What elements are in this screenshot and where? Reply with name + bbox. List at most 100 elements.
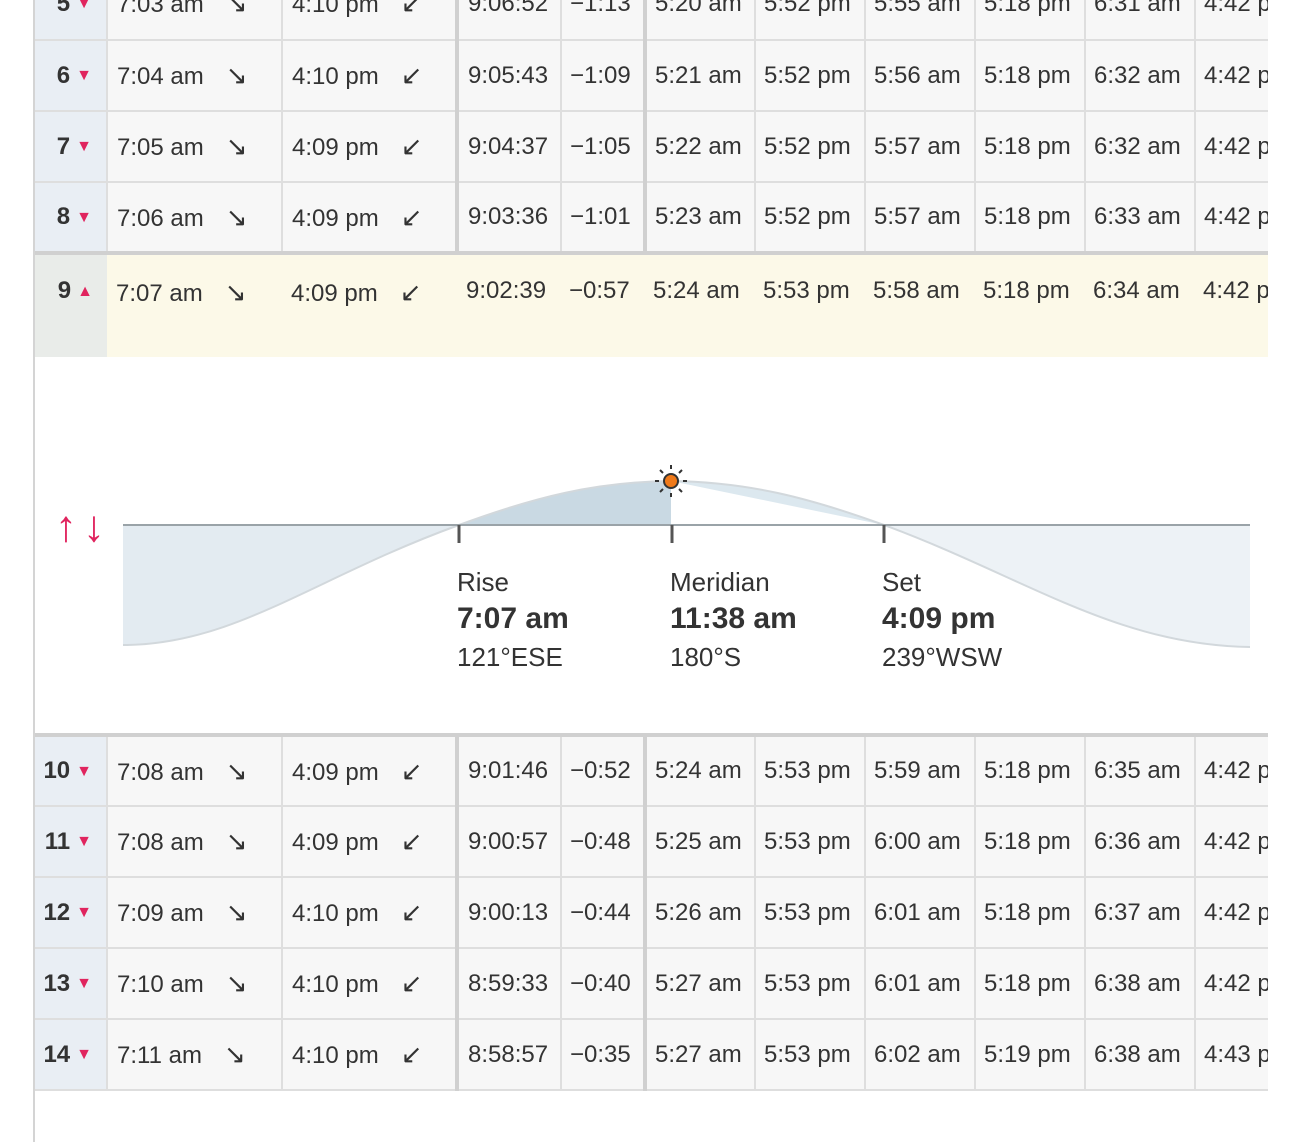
chevron-down-icon[interactable]: ▼ [76, 904, 92, 922]
day-cell[interactable]: 9 ▲ [35, 255, 107, 357]
day-detail-row: ↑↓ Rise 7:07 am 121°ESE Meridian 11:38 a… [35, 357, 1268, 735]
astro-end-cell: 5:53 pm [755, 806, 866, 878]
daylength-cell: 9:01:46 [457, 733, 562, 807]
table-row[interactable]: 14 ▼ 7:11 am ↘ 4:10 pm ↙ 8:58:57 −0:35 5:27 am 5:… [35, 1019, 1268, 1091]
astro-start-cell: 5:27 am [645, 1019, 756, 1091]
daylength-cell: 9:05:43 [457, 40, 562, 112]
day-cell[interactable]: 12 ▼ [35, 877, 108, 949]
civil-end-cell: 4:42 p [1195, 948, 1268, 1020]
sunset-cell: 4:10 pm ↙ [282, 1019, 459, 1091]
astro-end-cell: 5:53 pm [755, 877, 866, 949]
astro-end-cell: 5:52 pm [755, 111, 866, 183]
table-row-selected[interactable]: 9 ▲ 7:07 am ↘ 4:09 pm ↙ 9:02:39 −0:57 5:24 … [35, 255, 1268, 357]
chevron-down-icon[interactable]: ▼ [76, 209, 92, 227]
table-row[interactable]: 12 ▼ 7:09 am ↘ 4:10 pm ↙ 9:00:13 −0:44 5:26 am 5:… [35, 877, 1268, 949]
arrow-down-right-icon: ↘ [225, 826, 248, 856]
sunrise-cell: 7:11 am ↘ [107, 1019, 283, 1091]
table-row[interactable]: 11 ▼ 7:08 am ↘ 4:09 pm ↙ 9:00:57 −0:48 5:25 am 5:… [35, 806, 1268, 878]
difference-cell: −1:09 [561, 40, 647, 112]
table-row[interactable]: 6 ▼ 7:04 am ↘ 4:10 pm ↙ 9:05:43 −1:09 5:21 am 5:5… [35, 40, 1268, 112]
sunset-cell: 4:09 pm ↙ [282, 806, 459, 878]
difference-cell: −0:52 [561, 733, 647, 807]
meridian-info: Meridian 11:38 am 180°S [670, 567, 797, 673]
night-area [123, 525, 459, 645]
daylength-cell: 9:02:39 [457, 255, 561, 357]
astro-end-cell: 5:53 pm [755, 948, 866, 1020]
astro-end-cell: 5:52 pm [755, 0, 866, 41]
naut-end-cell: 5:18 pm [975, 877, 1086, 949]
meridian-time: 11:38 am [670, 602, 797, 635]
naut-start-cell: 5:58 am [865, 255, 975, 357]
table-row[interactable]: 8 ▼ 7:06 am ↘ 4:09 pm ↙ 9:03:36 −1:01 5:23 am 5:5… [35, 182, 1268, 254]
sun-path-panel: ↑↓ Rise 7:07 am 121°ESE Meridian 11:38 a… [35, 357, 1268, 733]
arrow-down-left-icon: ↙ [400, 968, 423, 998]
arrow-down-left-icon: ↙ [400, 201, 423, 232]
day-area-morning [459, 481, 671, 525]
sunset-cell: 4:09 pm ↙ [282, 182, 459, 254]
chevron-down-icon[interactable]: ▼ [76, 67, 92, 85]
chevron-down-icon[interactable]: ▼ [76, 833, 92, 851]
civil-start-cell: 6:34 am [1085, 255, 1195, 357]
daylength-cell: 9:06:52 [457, 0, 562, 41]
naut-end-cell: 5:18 pm [975, 182, 1086, 254]
arrow-down-left-icon: ↙ [399, 277, 422, 307]
chevron-up-icon[interactable]: ▲ [77, 283, 93, 301]
day-cell[interactable]: 8 ▼ [35, 182, 108, 254]
arrow-down-right-icon: ↘ [225, 968, 248, 998]
civil-start-cell: 6:35 am [1085, 733, 1196, 807]
sunset-cell: 4:09 pm ↙ [282, 111, 459, 183]
arrow-down-right-icon: ↘ [224, 277, 247, 307]
sunset-cell: 4:10 pm ↙ [282, 40, 459, 112]
civil-start-cell: 6:32 am [1085, 40, 1196, 112]
sunset-cell: 4:10 pm ↙ [282, 948, 459, 1020]
naut-start-cell: 5:57 am [865, 111, 976, 183]
chevron-down-icon[interactable]: ▼ [76, 975, 92, 993]
daylength-cell: 9:00:13 [457, 877, 562, 949]
meridian-direction: 180°S [670, 642, 742, 672]
set-time: 4:09 pm [882, 602, 996, 635]
daylength-cell: 8:59:33 [457, 948, 562, 1020]
daylength-cell: 8:58:57 [457, 1019, 562, 1091]
table-row[interactable]: 10 ▼ 7:08 am ↘ 4:09 pm ↙ 9:01:46 −0:52 5:24 am 5:… [35, 733, 1268, 807]
naut-start-cell: 6:01 am [865, 877, 976, 949]
naut-end-cell: 5:18 pm [975, 111, 1086, 183]
day-area-afternoon [671, 481, 884, 525]
naut-start-cell: 6:00 am [865, 806, 976, 878]
arrow-down-right-icon: ↘ [223, 1039, 246, 1069]
naut-start-cell: 6:02 am [865, 1019, 976, 1091]
arrow-down-left-icon: ↙ [400, 0, 423, 18]
arrow-down-left-icon: ↙ [400, 131, 423, 161]
meridian-label: Meridian [670, 567, 770, 597]
naut-start-cell: 5:55 am [865, 0, 976, 41]
arrow-down-right-icon: ↘ [225, 0, 248, 18]
day-cell[interactable]: 11 ▼ [35, 806, 108, 878]
astro-start-cell: 5:23 am [645, 182, 756, 254]
rows-after: 10 ▼ 7:08 am ↘ 4:09 pm ↙ 9:01:46 −0:52 5:24 am 5:… [35, 733, 1268, 1091]
civil-end-cell: 4:42 p [1195, 877, 1268, 949]
chevron-down-icon[interactable]: ▼ [76, 1046, 92, 1064]
astro-start-cell: 5:24 am [645, 255, 755, 357]
sunrise-cell: 7:09 am ↘ [107, 877, 283, 949]
day-cell[interactable]: 10 ▼ [35, 733, 108, 807]
day-cell[interactable]: 5 ▼ [35, 0, 108, 41]
difference-cell: −0:48 [561, 806, 647, 878]
table-row[interactable]: 5 ▼ 7:03 am ↘ 4:10 pm ↙ 9:06:52 −1:13 5:20 am 5:5… [35, 0, 1268, 41]
day-cell[interactable]: 13 ▼ [35, 948, 108, 1020]
chevron-down-icon[interactable]: ▼ [76, 763, 92, 781]
civil-end-cell: 4:42 p [1195, 111, 1268, 183]
sunrise-cell: 7:08 am ↘ [107, 806, 283, 878]
rise-info: Rise 7:07 am 121°ESE [457, 567, 569, 673]
chevron-down-icon[interactable]: ▼ [76, 0, 92, 13]
day-cell[interactable]: 6 ▼ [35, 40, 108, 112]
chevron-down-icon[interactable]: ▼ [76, 138, 92, 156]
civil-start-cell: 6:38 am [1085, 1019, 1196, 1091]
set-info: Set 4:09 pm 239°WSW [882, 567, 1002, 673]
day-cell[interactable]: 14 ▼ [35, 1019, 108, 1091]
table-row[interactable]: 13 ▼ 7:10 am ↘ 4:10 pm ↙ 8:59:33 −0:40 5:27 am 5:… [35, 948, 1268, 1020]
difference-cell: −1:01 [561, 182, 647, 254]
day-cell[interactable]: 7 ▼ [35, 111, 108, 183]
sunrise-cell: 7:08 am ↘ [107, 733, 283, 807]
naut-start-cell: 5:59 am [865, 733, 976, 807]
civil-end-cell: 4:42 p [1195, 806, 1268, 878]
table-row[interactable]: 7 ▼ 7:05 am ↘ 4:09 pm ↙ 9:04:37 −1:05 5:22 am 5:5… [35, 111, 1268, 183]
